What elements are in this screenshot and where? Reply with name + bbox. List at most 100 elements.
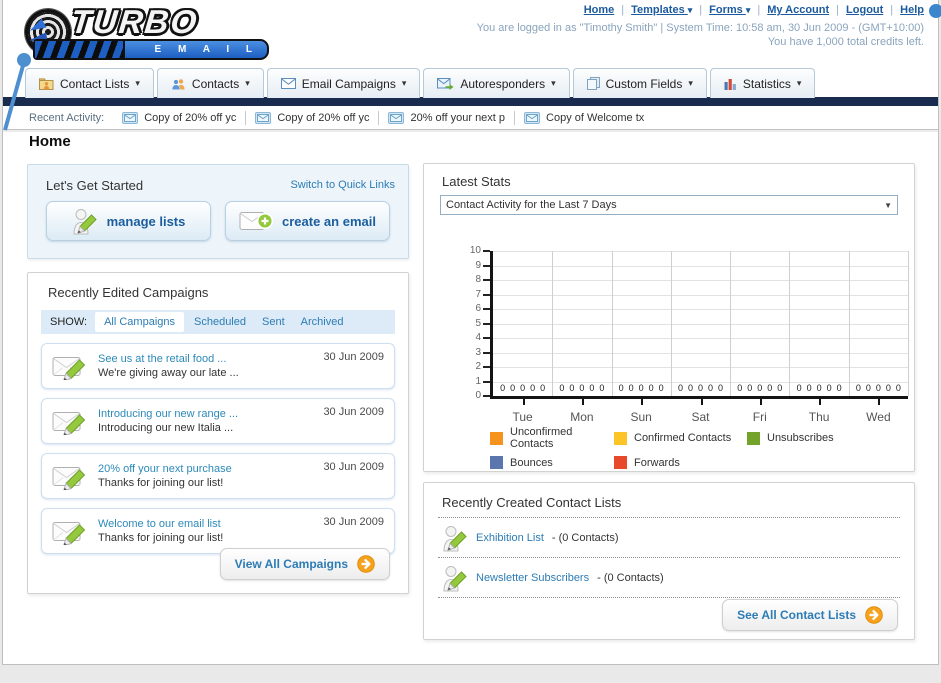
legend-item: Bounces [490,456,614,469]
contact-list-items: Exhibition List - (0 Contacts) Newsletter… [438,517,900,599]
contact-list-item[interactable]: Exhibition List - (0 Contacts) [438,519,900,557]
bar-value-label: 0 [677,383,683,393]
tab-statistics[interactable]: Statistics ▾ [709,68,816,98]
header-link-templates[interactable]: Templates ▾ [631,4,692,16]
latest-stats-panel: Latest Stats Contact Activity for the La… [423,163,915,472]
header-link-forms[interactable]: Forms ▾ [709,4,750,16]
bar-chart-icon [724,78,737,90]
recent-activity-item[interactable]: Copy of Welcome tx [524,111,644,124]
bar-value-label: 0 [638,383,644,393]
bar-value-label: 0 [648,383,654,393]
campaign-subtitle: Thanks for joining our list! [98,532,224,544]
separator: | [699,4,703,16]
show-label: SHOW: [50,316,88,328]
divider [245,110,247,125]
get-started-panel: Let's Get Started Switch to Quick Links … [27,164,409,259]
stats-period-select[interactable]: Contact Activity for the Last 7 Days ▼ [440,195,898,215]
envelope-small-icon [122,111,139,124]
person-pencil-icon [442,564,468,592]
bar-value-label: 0 [530,383,536,393]
tab-label: Email Campaigns [301,76,396,91]
bar-value-label: 0 [826,383,832,393]
latest-stats-title: Latest Stats [442,174,511,189]
legend-item: Forwards [614,456,747,469]
create-an-email-button[interactable]: create an email [225,201,390,241]
separator: | [757,4,761,16]
header-link-logout[interactable]: Logout [846,4,883,16]
bar-value-label: 0 [836,383,842,393]
recent-activity-item[interactable]: 20% off your next p [388,111,505,124]
tab-autoresponders[interactable]: Autoresponders ▾ [423,68,570,98]
filter-archived[interactable]: Archived [301,316,344,328]
bar-value-label: 0 [687,383,693,393]
legend-swatch [490,431,503,445]
campaign-item[interactable]: Introducing our new range ... Introducing… [41,398,395,444]
view-all-campaigns-button[interactable]: View All Campaigns [219,548,390,580]
recent-activity-bar: Recent Activity: Copy of 20% off yc Copy … [3,106,938,130]
filter-scheduled[interactable]: Scheduled [194,316,246,328]
tab-email-campaigns[interactable]: Email Campaigns ▾ [266,68,421,98]
chevron-down-icon: ▾ [687,5,693,15]
bar-value-label: 0 [658,383,664,393]
bar-value-label: 0 [559,383,565,393]
bar-value-label: 0 [855,383,861,393]
tab-label: Statistics [742,76,791,91]
switch-to-quick-links-link[interactable]: Switch to Quick Links [290,179,395,191]
recent-activity-item[interactable]: Copy of 20% off yc [122,111,236,124]
tab-contact-lists[interactable]: Contact Lists ▾ [25,68,154,98]
logo[interactable]: TURBO E M A I L [9,3,279,60]
envelope-arrow-icon [437,77,454,90]
contact-list-link[interactable]: Exhibition List [476,532,544,544]
campaign-title-link[interactable]: Welcome to our email list [98,517,313,531]
campaign-title-link[interactable]: 20% off your next purchase [98,462,313,476]
get-started-title: Let's Get Started [46,178,144,193]
x-axis-label: Wed [866,410,891,424]
campaign-item[interactable]: 20% off your next purchase Thanks for joi… [41,453,395,499]
campaign-title-link[interactable]: See us at the retail food ... [98,352,313,366]
filter-all-campaigns[interactable]: All Campaigns [95,312,184,332]
header-link-help[interactable]: Help [900,4,924,16]
bar-value-label: 0 [777,383,783,393]
separator: | [836,4,840,16]
see-all-contact-lists-button[interactable]: See All Contact Lists [722,599,898,631]
y-axis-label: 1 [475,375,481,387]
envelope-pencil-icon [52,352,88,380]
header-link-my-account[interactable]: My Account [767,4,829,16]
campaign-item[interactable]: See us at the retail food ... We're givin… [41,343,395,389]
tab-custom-fields[interactable]: Custom Fields ▾ [572,68,707,98]
login-status-text: You are logged in as "Timothy Smith" | S… [476,22,924,34]
bar-value-label: 0 [510,383,516,393]
contact-list-link[interactable]: Newsletter Subscribers [476,572,589,584]
recent-activity-label: Recent Activity: [29,111,105,124]
manage-lists-button[interactable]: manage lists [46,201,211,241]
filter-sent[interactable]: Sent [262,316,285,328]
divider [514,110,516,125]
y-axis-label: 6 [475,303,481,314]
tab-label: Contact Lists [60,76,130,91]
bar-value-label: 0 [737,383,743,393]
documents-icon [586,77,600,90]
separator: | [890,4,894,16]
recent-activity-item[interactable]: Copy of 20% off yc [255,111,369,124]
contacts-icon [171,78,186,90]
bar-value-label: 0 [569,383,575,393]
y-axis-label: 5 [475,317,481,329]
contact-list-item[interactable]: Newsletter Subscribers - (0 Contacts) [438,559,900,597]
credits-text: You have 1,000 total credits left. [767,36,924,48]
bar-value-label: 0 [875,383,881,393]
bar-value-label: 0 [540,383,546,393]
bar-value-label: 0 [757,383,763,393]
help-bubble-icon[interactable] [929,4,941,18]
tab-contacts[interactable]: Contacts ▾ [156,68,264,98]
envelope-small-icon [255,111,272,124]
bar-value-label: 0 [697,383,703,393]
campaign-list: See us at the retail food ... We're givin… [41,343,395,563]
campaign-title-link[interactable]: Introducing our new range ... [98,407,313,421]
chevron-down-icon: ▾ [745,5,751,15]
contact-lists-panel: Recently Created Contact Lists Exhibitio… [423,482,915,640]
chevron-down-icon: ▾ [401,78,407,88]
header-link-home[interactable]: Home [584,4,615,16]
campaign-subtitle: Thanks for joining our list! [98,477,224,489]
tab-label: Autoresponders [460,76,546,91]
legend-item: Unsubscribes [747,426,834,450]
